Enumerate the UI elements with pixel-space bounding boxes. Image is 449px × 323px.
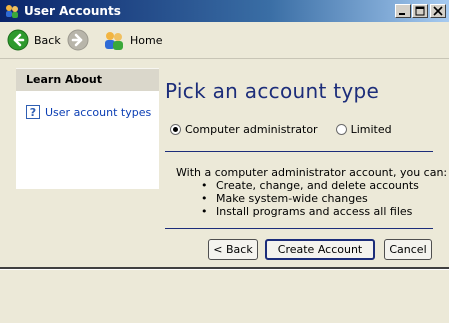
lower-pane [0,270,449,323]
create-account-button[interactable]: Create Account [265,239,375,260]
back-nav-button[interactable]: Back [7,27,61,53]
window-title: User Accounts [24,4,121,18]
radio-limited[interactable]: Limited [335,123,392,136]
help-icon: ? [26,105,40,119]
back-label: Back [34,33,61,47]
capabilities-list: • Create, change, and delete accounts • Ma… [201,179,419,218]
forward-nav-button[interactable] [67,27,89,53]
limited-label: Limited [350,123,392,136]
back-arrow-icon [7,29,29,51]
content-area: Learn About ? User account types Pick an… [0,59,449,267]
learn-about-header: Learn About [16,69,159,91]
forward-arrow-icon [67,29,89,51]
list-item: • Install programs and access all files [201,205,413,218]
maximize-button[interactable] [412,4,428,18]
home-button[interactable]: Home [103,27,162,53]
close-button[interactable] [430,4,446,18]
user-account-types-label: User account types [45,105,152,119]
minimize-button[interactable] [395,4,411,18]
list-item: • Make system-wide changes [201,192,368,205]
title-bar[interactable]: User Accounts [0,0,449,22]
radio-dot-selected [170,124,181,135]
radio-dot-unselected [335,124,347,135]
back-button[interactable]: < Back [208,239,258,260]
learn-about-heading: Learn About [26,73,103,86]
svg-text:?: ? [30,106,36,119]
toolbar: Back Home [0,22,449,59]
user-accounts-home-icon [105,32,123,50]
user-account-types-link[interactable]: ? User account types [26,105,151,119]
user-accounts-icon [4,3,20,19]
cancel-button[interactable]: Cancel [384,239,432,260]
divider-top [165,151,433,152]
account-type-options: Computer administrator Limited [170,123,392,136]
divider-bottom [165,228,433,229]
description-text: With a computer administrator account, y… [176,166,448,179]
page-title: Pick an account type [165,79,380,103]
radio-computer-administrator[interactable]: Computer administrator [170,123,318,136]
home-label: Home [130,33,163,47]
list-item: • Create, change, and delete accounts [201,179,419,192]
learn-about-panel: Learn About ? User account types [16,68,159,189]
computer-administrator-label: Computer administrator [185,123,318,136]
